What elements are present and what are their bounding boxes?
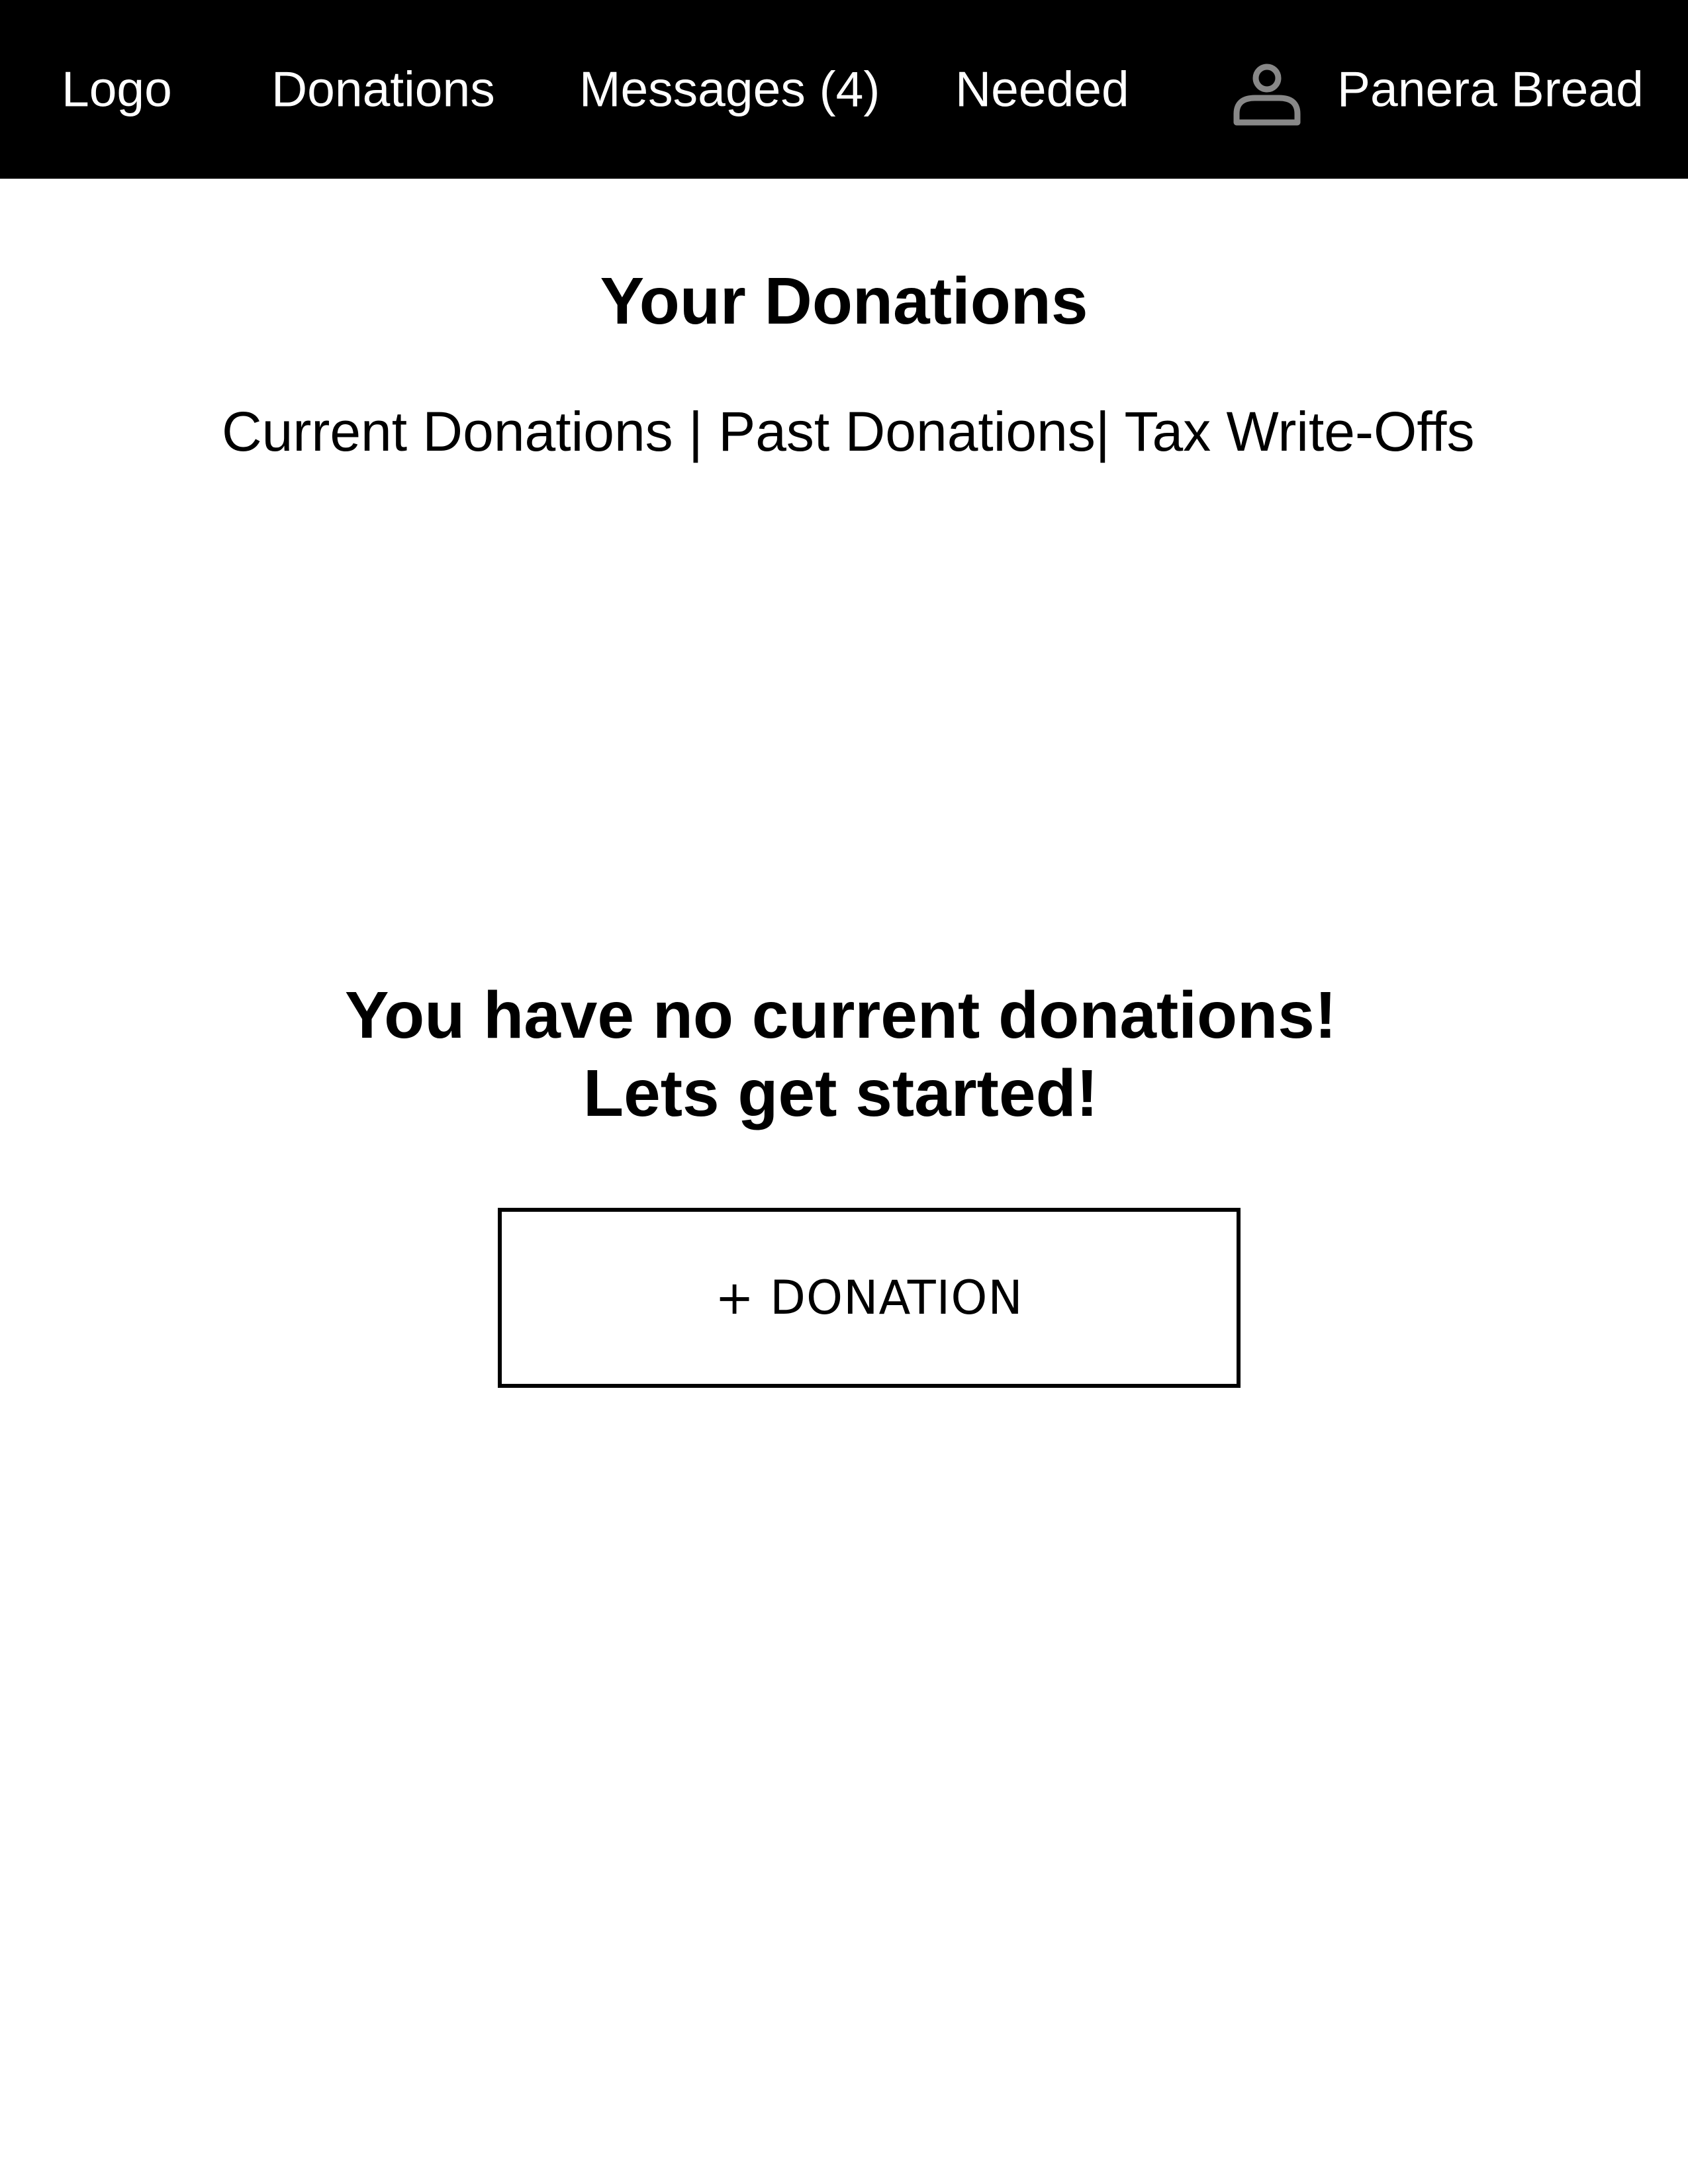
tab-past-donations[interactable]: Past Donations bbox=[718, 400, 1096, 463]
nav-needed[interactable]: Needed bbox=[955, 64, 1129, 114]
user-icon[interactable] bbox=[1233, 60, 1302, 126]
empty-state-line-1: You have no current donations! bbox=[344, 978, 1337, 1052]
nav-donations[interactable]: Donations bbox=[271, 64, 495, 114]
tab-tax-write-offs[interactable]: Tax Write-Offs bbox=[1125, 400, 1475, 463]
user-name[interactable]: Panera Bread bbox=[1337, 64, 1644, 114]
empty-state-message: You have no current donations! Lets get … bbox=[0, 976, 1681, 1132]
top-nav-bar: Logo Donations Messages (4) Needed Paner… bbox=[0, 0, 1688, 179]
nav-messages[interactable]: Messages (4) bbox=[579, 64, 880, 114]
empty-state-line-2: Lets get started! bbox=[583, 1056, 1098, 1130]
donation-tabs: Current Donations | Past Donations| Tax … bbox=[222, 400, 1475, 463]
tab-current-donations[interactable]: Current Donations bbox=[222, 400, 673, 463]
logo[interactable]: Logo bbox=[62, 64, 172, 114]
page-title: Your Donations bbox=[600, 264, 1088, 338]
add-donation-button[interactable]: + DONATION bbox=[498, 1208, 1241, 1388]
